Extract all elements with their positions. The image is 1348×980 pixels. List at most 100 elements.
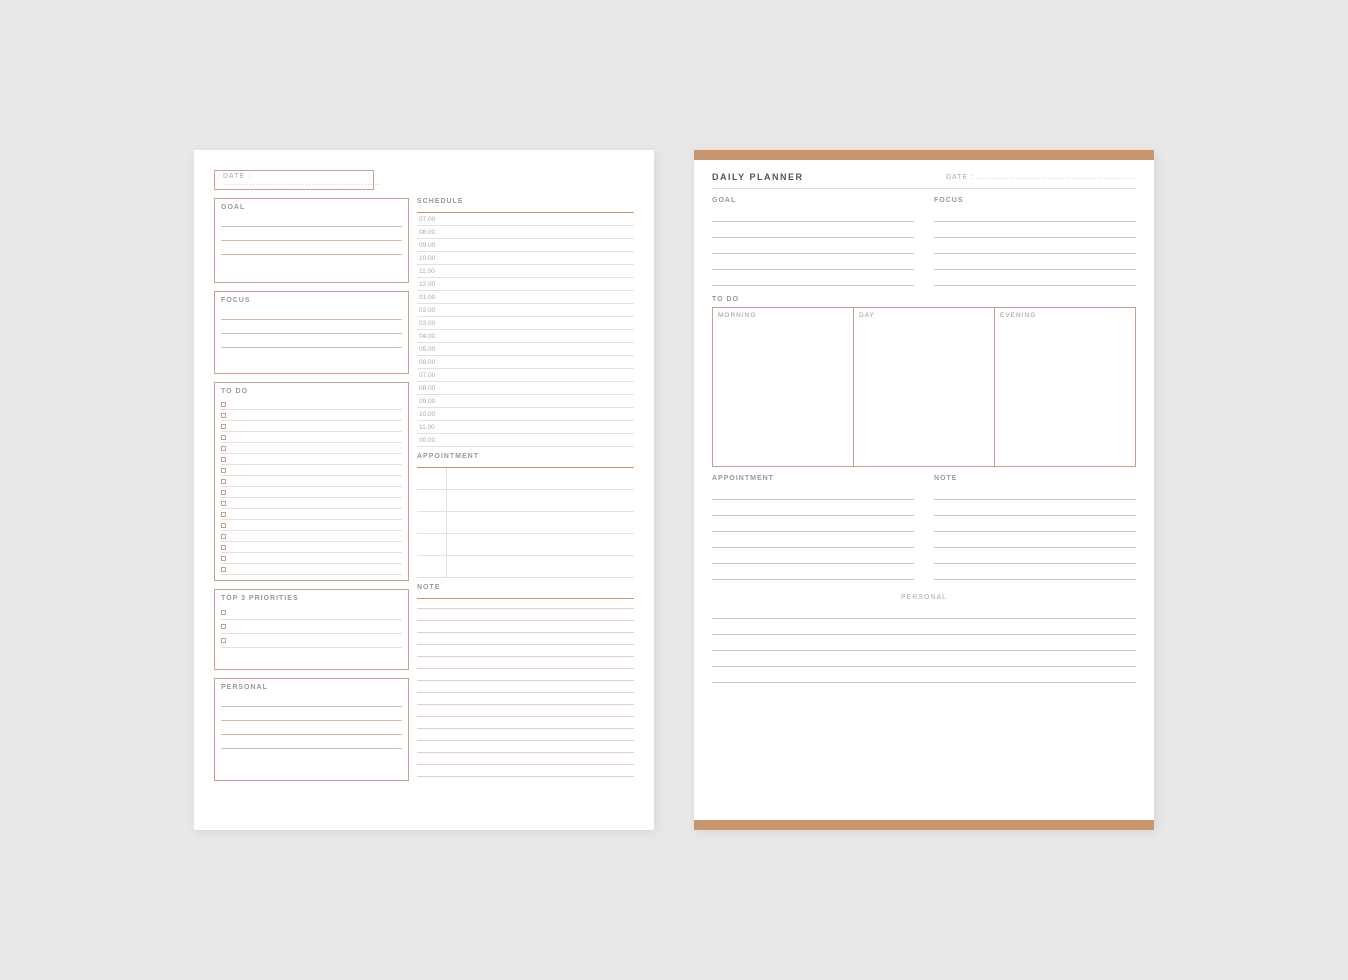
- note-line[interactable]: [417, 755, 634, 765]
- right-appt-line[interactable]: [712, 534, 914, 548]
- left-date-field[interactable]: DATE : .................................…: [214, 170, 374, 190]
- schedule-row[interactable]: 04.00: [417, 330, 634, 343]
- right-note-line[interactable]: [934, 566, 1136, 580]
- day-col[interactable]: DAY: [854, 308, 995, 466]
- right-focus-line[interactable]: [934, 256, 1136, 270]
- todo-item[interactable]: [221, 399, 402, 410]
- appt-row[interactable]: [417, 490, 634, 512]
- note-line[interactable]: [417, 695, 634, 705]
- right-personal-line[interactable]: [712, 653, 1136, 667]
- right-note-line[interactable]: [934, 502, 1136, 516]
- appt-row[interactable]: [417, 512, 634, 534]
- schedule-row[interactable]: 06.00: [417, 356, 634, 369]
- right-appt-line[interactable]: [712, 486, 914, 500]
- schedule-row[interactable]: 02.00: [417, 304, 634, 317]
- right-appt-line[interactable]: [712, 566, 914, 580]
- schedule-row[interactable]: 12.00: [417, 278, 634, 291]
- right-focus-line[interactable]: [934, 272, 1136, 286]
- appt-row[interactable]: [417, 534, 634, 556]
- personal-line-1[interactable]: [221, 695, 402, 707]
- todo-item[interactable]: [221, 410, 402, 421]
- right-focus-line[interactable]: [934, 240, 1136, 254]
- note-line[interactable]: [417, 671, 634, 681]
- right-date-field[interactable]: DATE : .................................…: [946, 174, 1136, 181]
- schedule-row[interactable]: 01.00: [417, 291, 634, 304]
- note-section: NOTE: [417, 584, 634, 777]
- todo-item[interactable]: [221, 553, 402, 564]
- note-line[interactable]: [417, 635, 634, 645]
- priority-item[interactable]: [221, 606, 402, 620]
- schedule-row[interactable]: 07.00: [417, 213, 634, 226]
- note-line[interactable]: [417, 659, 634, 669]
- personal-line-4[interactable]: [221, 737, 402, 749]
- right-appt-line[interactable]: [712, 518, 914, 532]
- priority-item[interactable]: [221, 634, 402, 648]
- right-goal-line[interactable]: [712, 272, 914, 286]
- right-note-line[interactable]: [934, 486, 1136, 500]
- right-note-line[interactable]: [934, 518, 1136, 532]
- right-goal-line[interactable]: [712, 224, 914, 238]
- personal-line-3[interactable]: [221, 723, 402, 735]
- schedule-row[interactable]: 00.00: [417, 434, 634, 447]
- right-personal-line[interactable]: [712, 669, 1136, 683]
- schedule-row[interactable]: 10.00: [417, 408, 634, 421]
- schedule-row[interactable]: 03.00: [417, 317, 634, 330]
- right-appt-line[interactable]: [712, 502, 914, 516]
- note-line[interactable]: [417, 743, 634, 753]
- todo-item[interactable]: [221, 520, 402, 531]
- todo-item[interactable]: [221, 454, 402, 465]
- note-line[interactable]: [417, 611, 634, 621]
- todo-item[interactable]: [221, 564, 402, 575]
- schedule-row[interactable]: 09.00: [417, 239, 634, 252]
- todo-item[interactable]: [221, 421, 402, 432]
- evening-col[interactable]: EVENING: [995, 308, 1135, 466]
- right-goal-line[interactable]: [712, 240, 914, 254]
- right-personal-line[interactable]: [712, 605, 1136, 619]
- focus-line-1[interactable]: [221, 308, 402, 320]
- note-line[interactable]: [417, 719, 634, 729]
- right-note-line[interactable]: [934, 534, 1136, 548]
- note-line[interactable]: [417, 647, 634, 657]
- right-focus-line[interactable]: [934, 208, 1136, 222]
- note-line[interactable]: [417, 767, 634, 777]
- todo-item[interactable]: [221, 498, 402, 509]
- schedule-row[interactable]: 11.00: [417, 421, 634, 434]
- todo-item[interactable]: [221, 531, 402, 542]
- personal-line-2[interactable]: [221, 709, 402, 721]
- todo-item[interactable]: [221, 509, 402, 520]
- schedule-row[interactable]: 11.00: [417, 265, 634, 278]
- right-focus-line[interactable]: [934, 224, 1136, 238]
- priority-item[interactable]: [221, 620, 402, 634]
- goal-line-1[interactable]: [221, 215, 402, 227]
- note-line[interactable]: [417, 731, 634, 741]
- note-line[interactable]: [417, 707, 634, 717]
- schedule-row[interactable]: 08.00: [417, 226, 634, 239]
- right-goal-line[interactable]: [712, 256, 914, 270]
- note-line[interactable]: [417, 683, 634, 693]
- todo-item[interactable]: [221, 432, 402, 443]
- right-personal-line[interactable]: [712, 621, 1136, 635]
- right-personal-line[interactable]: [712, 637, 1136, 651]
- todo-item[interactable]: [221, 487, 402, 498]
- goal-line-2[interactable]: [221, 229, 402, 241]
- focus-line-2[interactable]: [221, 322, 402, 334]
- note-line[interactable]: [417, 623, 634, 633]
- right-goal-line[interactable]: [712, 208, 914, 222]
- goal-line-3[interactable]: [221, 243, 402, 255]
- note-line[interactable]: [417, 599, 634, 609]
- schedule-row[interactable]: 08.00: [417, 382, 634, 395]
- todo-item[interactable]: [221, 476, 402, 487]
- schedule-row[interactable]: 10.00: [417, 252, 634, 265]
- appt-row[interactable]: [417, 556, 634, 578]
- todo-item[interactable]: [221, 443, 402, 454]
- focus-line-3[interactable]: [221, 336, 402, 348]
- morning-col[interactable]: MORNING: [713, 308, 854, 466]
- right-appt-line[interactable]: [712, 550, 914, 564]
- schedule-row[interactable]: 09.00: [417, 395, 634, 408]
- todo-item[interactable]: [221, 465, 402, 476]
- schedule-row[interactable]: 05.00: [417, 343, 634, 356]
- appt-row[interactable]: [417, 468, 634, 490]
- right-note-line[interactable]: [934, 550, 1136, 564]
- schedule-row[interactable]: 07.00: [417, 369, 634, 382]
- todo-item[interactable]: [221, 542, 402, 553]
